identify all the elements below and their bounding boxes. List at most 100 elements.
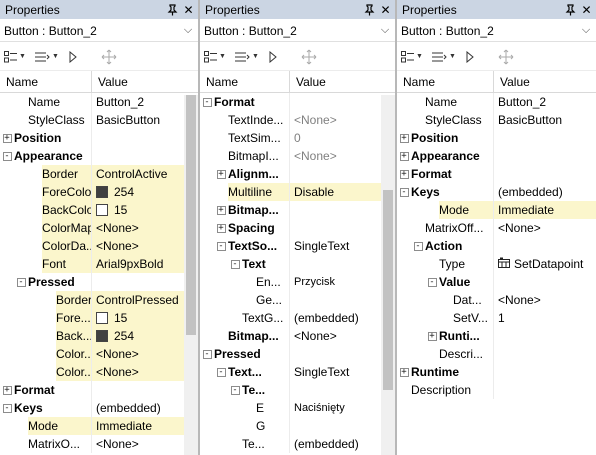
expand-icon[interactable]: + — [399, 133, 409, 143]
property-row[interactable]: - TextSo... SingleText — [200, 237, 381, 255]
property-row[interactable]: Fore... 15 — [0, 309, 184, 327]
categorized-view-button[interactable]: ▼ — [401, 50, 423, 63]
property-row[interactable]: Name Button_2 — [0, 93, 184, 111]
property-row[interactable]: ColorDa... <None> — [0, 237, 184, 255]
property-value[interactable]: 15 — [92, 309, 184, 327]
categorized-view-button[interactable]: ▼ — [4, 50, 26, 63]
property-value[interactable] — [494, 381, 596, 399]
property-row[interactable]: Border ControlActive — [0, 165, 184, 183]
chevron-down-icon[interactable]: ⌵ — [379, 24, 391, 37]
move-button[interactable] — [498, 49, 514, 65]
property-row[interactable]: Color... <None> — [0, 345, 184, 363]
property-value[interactable]: ControlActive — [92, 165, 184, 183]
collapse-icon[interactable]: - — [2, 151, 12, 161]
property-row[interactable]: StyleClass BasicButton — [0, 111, 184, 129]
property-value[interactable] — [290, 201, 381, 219]
expand-icon[interactable]: + — [216, 205, 226, 215]
property-row[interactable]: + Appearance — [397, 147, 596, 165]
property-row[interactable]: TextG... (embedded) — [200, 309, 381, 327]
property-value[interactable]: Arial9pxBold — [92, 255, 184, 273]
expander[interactable]: + — [425, 327, 439, 345]
property-row[interactable]: BackColor 15 — [0, 201, 184, 219]
property-value[interactable]: <None> — [290, 111, 381, 129]
collapse-icon[interactable]: - — [230, 259, 240, 269]
property-row[interactable]: + Alignm... — [200, 165, 381, 183]
property-value[interactable] — [494, 273, 596, 291]
property-value[interactable]: <None> — [92, 435, 184, 453]
property-row[interactable]: + Runtime — [397, 363, 596, 381]
property-row[interactable]: + Position — [397, 129, 596, 147]
property-row[interactable]: Mode Immediate — [397, 201, 596, 219]
name-column-header[interactable]: Name — [200, 71, 290, 92]
property-row[interactable]: Ge... — [200, 291, 381, 309]
pin-icon[interactable] — [562, 2, 577, 17]
property-value[interactable]: (embedded) — [92, 399, 184, 417]
expander[interactable]: - — [200, 93, 214, 111]
property-row[interactable]: + Format — [0, 381, 184, 399]
expander[interactable]: - — [214, 237, 228, 255]
property-row[interactable]: En... Przycisk — [200, 273, 381, 291]
property-value[interactable]: Immediate — [92, 417, 184, 435]
expand-icon[interactable]: + — [216, 223, 226, 233]
property-row[interactable]: - Action — [397, 237, 596, 255]
property-row[interactable]: MatrixO... <None> — [0, 435, 184, 453]
expander[interactable]: - — [14, 273, 28, 291]
expander[interactable]: - — [228, 255, 242, 273]
chevron-down-icon[interactable]: ⌵ — [182, 24, 194, 37]
sort-button[interactable]: ▼ — [234, 51, 259, 63]
property-value[interactable]: <None> — [494, 219, 596, 237]
scrollbar-thumb[interactable] — [186, 95, 196, 335]
property-row[interactable]: Back... 254 — [0, 327, 184, 345]
property-value[interactable]: Przycisk — [290, 273, 381, 291]
property-value[interactable]: 0 — [290, 129, 381, 147]
property-value[interactable]: ControlPressed — [92, 291, 184, 309]
pin-icon[interactable] — [164, 2, 179, 17]
property-row[interactable]: - Keys (embedded) — [0, 399, 184, 417]
property-pages-button[interactable] — [268, 50, 278, 63]
property-row[interactable]: Mode Immediate — [0, 417, 184, 435]
property-value[interactable]: BasicButton — [494, 111, 596, 129]
property-value[interactable] — [494, 129, 596, 147]
property-pages-button[interactable] — [465, 50, 475, 63]
property-value[interactable]: SingleText — [290, 363, 381, 381]
property-value[interactable] — [290, 255, 381, 273]
property-row[interactable]: Te... (embedded) — [200, 435, 381, 453]
collapse-icon[interactable]: - — [427, 277, 437, 287]
property-row[interactable]: E Naciśnięty — [200, 399, 381, 417]
property-value[interactable]: <None> — [494, 291, 596, 309]
pin-icon[interactable] — [361, 2, 376, 17]
property-value[interactable]: Button_2 — [92, 93, 184, 111]
property-value[interactable]: 254 — [92, 183, 184, 201]
expander[interactable]: - — [397, 183, 411, 201]
property-row[interactable]: Font Arial9pxBold — [0, 255, 184, 273]
collapse-icon[interactable]: - — [2, 403, 12, 413]
property-row[interactable]: Description — [397, 381, 596, 399]
property-value[interactable] — [92, 273, 184, 291]
property-row[interactable]: - Pressed — [200, 345, 381, 363]
property-row[interactable]: ColorMap <None> — [0, 219, 184, 237]
property-row[interactable]: TextSim... 0 — [200, 129, 381, 147]
object-selector[interactable]: Button : Button_2 ⌵ — [200, 20, 395, 42]
property-value[interactable]: <None> — [92, 237, 184, 255]
expand-icon[interactable]: + — [2, 133, 12, 143]
chevron-down-icon[interactable]: ⌵ — [580, 24, 592, 37]
property-value[interactable] — [290, 93, 381, 111]
property-value[interactable] — [494, 165, 596, 183]
close-icon[interactable]: ✕ — [378, 2, 393, 17]
expander[interactable]: - — [411, 237, 425, 255]
property-value[interactable]: (embedded) — [290, 435, 381, 453]
expander[interactable]: + — [0, 129, 14, 147]
property-row[interactable]: Multiline Disable — [200, 183, 381, 201]
expander[interactable]: - — [228, 381, 242, 399]
property-row[interactable]: ForeColor 254 — [0, 183, 184, 201]
expander[interactable]: - — [0, 399, 14, 417]
property-row[interactable]: G — [200, 417, 381, 435]
value-column-header[interactable]: Value — [290, 75, 326, 89]
property-row[interactable]: + Spacing — [200, 219, 381, 237]
property-value[interactable] — [494, 363, 596, 381]
property-value[interactable]: <None> — [92, 363, 184, 381]
property-value[interactable]: Button_2 — [494, 93, 596, 111]
collapse-icon[interactable]: - — [230, 385, 240, 395]
collapse-icon[interactable]: - — [216, 241, 226, 251]
expander[interactable]: + — [214, 165, 228, 183]
